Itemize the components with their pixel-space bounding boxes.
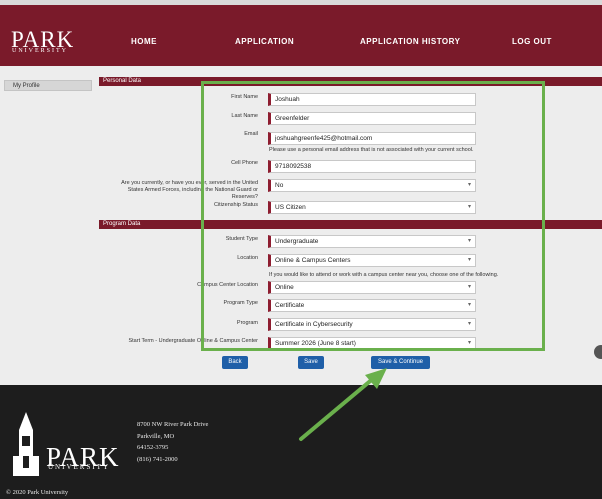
footer-phone: (816) 741-2000 xyxy=(137,456,178,463)
highlight-box xyxy=(201,81,545,351)
chat-icon[interactable] xyxy=(594,345,602,359)
nav-home[interactable]: HOME xyxy=(131,37,157,46)
nav-application[interactable]: APPLICATION xyxy=(235,37,294,46)
back-button[interactable]: Back xyxy=(222,356,248,369)
site-header: PARK UNIVERSITY HOME APPLICATION APPLICA… xyxy=(0,5,602,66)
footer-address-line1: 8700 NW River Park Drive xyxy=(137,421,209,428)
tower-logo-icon xyxy=(13,412,39,476)
logo-subtitle: UNIVERSITY xyxy=(12,48,68,54)
footer-address-line2: Parkville, MO xyxy=(137,433,175,440)
nav-log-out[interactable]: LOG OUT xyxy=(512,37,552,46)
footer-copyright: © 2020 Park University xyxy=(6,489,69,496)
footer-address-line3: 64152-3795 xyxy=(137,444,169,451)
footer-logo-subtitle: UNIVERSITY xyxy=(48,463,110,471)
arrow-annotation-icon xyxy=(299,368,387,441)
nav-application-history[interactable]: APPLICATION HISTORY xyxy=(360,37,460,46)
sidebar-item-my-profile[interactable]: My Profile xyxy=(4,80,92,91)
